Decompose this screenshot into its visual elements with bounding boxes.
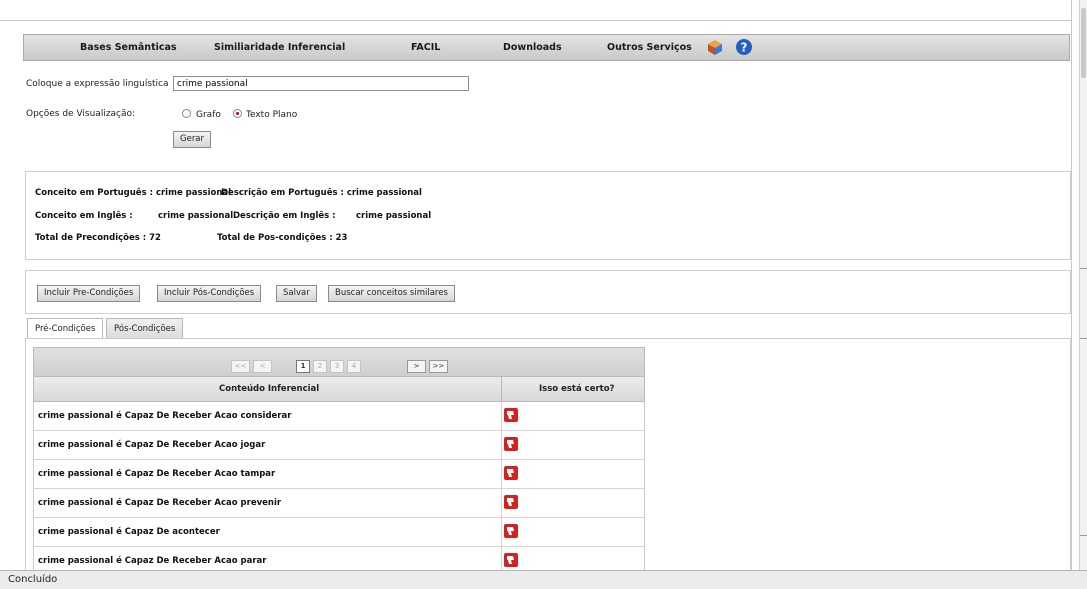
total-preconditions: Total de Precondições : 72 <box>35 233 161 243</box>
row-divider <box>501 431 502 459</box>
pager-next[interactable]: > <box>407 360 426 373</box>
row-divider <box>501 402 502 430</box>
tab-pre-condicoes[interactable]: Pré-Condições <box>27 318 104 340</box>
nav-downloads[interactable]: Downloads <box>503 42 562 53</box>
pager-last[interactable]: >> <box>429 360 448 373</box>
table-row: crime passional é Capaz De acontecer <box>33 518 645 547</box>
help-icon[interactable]: ? <box>735 38 753 59</box>
row-content: crime passional é Capaz De Receber Acao … <box>38 469 276 479</box>
table-row: crime passional é Capaz De Receber Acao … <box>33 402 645 431</box>
row-content: crime passional é Capaz De Receber Acao … <box>38 498 282 508</box>
row-divider <box>501 547 502 570</box>
row-content: crime passional é Capaz De acontecer <box>38 527 220 537</box>
search-similar-button[interactable]: Buscar conceitos similares <box>328 285 455 302</box>
table-row: crime passional é Capaz De Receber Acao … <box>33 489 645 518</box>
nav-similaridade-inferencial[interactable]: Similiaridade Inferencial <box>214 42 345 53</box>
expression-label: Coloque a expressão linguística <box>26 79 169 89</box>
header-conteudo-inferencial: Conteúdo Inferencial <box>219 384 320 394</box>
svg-text:?: ? <box>741 41 748 55</box>
tab-pos-condicoes[interactable]: Pós-Condições <box>106 318 184 339</box>
nav-outros-servicos[interactable]: Outros Serviços <box>607 42 692 53</box>
status-text: Concluído <box>8 574 58 585</box>
row-content: crime passional é Capaz De Receber Acao … <box>38 556 267 566</box>
radio-texto-plano-label[interactable]: Texto Plano <box>246 110 297 120</box>
top-bar <box>0 0 1072 21</box>
scrollbar-mark <box>1080 338 1087 339</box>
thumbs-down-icon[interactable] <box>504 466 518 480</box>
radio-grafo-label[interactable]: Grafo <box>196 110 221 120</box>
main-nav: Bases Semânticas Similiaridade Inferenci… <box>23 34 1070 61</box>
pager-first[interactable]: << <box>231 360 250 373</box>
save-button[interactable]: Salvar <box>276 285 317 302</box>
header-divider <box>501 377 502 401</box>
cube-icon[interactable] <box>707 39 723 59</box>
thumbs-down-icon[interactable] <box>504 495 518 509</box>
description-en-label: Descrição em Inglês : <box>233 211 336 221</box>
status-bar: Concluído <box>0 570 1087 589</box>
description-en-value: crime passional <box>356 211 432 221</box>
vertical-scrollbar[interactable] <box>1079 0 1087 570</box>
pager-prev[interactable]: < <box>253 360 272 373</box>
concept-en-value: crime passional <box>158 211 234 221</box>
nav-bases-semanticas[interactable]: Bases Semânticas <box>80 42 177 53</box>
generate-button[interactable]: Gerar <box>173 131 212 148</box>
table-row: crime passional é Capaz De Receber Acao … <box>33 547 645 570</box>
scrollbar-thumb[interactable] <box>1081 8 1086 78</box>
nav-facil[interactable]: FACIL <box>411 42 440 53</box>
table-header: Conteúdo Inferencial Isso está certo? <box>33 376 645 402</box>
scrollbar-mark <box>1080 268 1087 269</box>
table-row: crime passional é Capaz De Receber Acao … <box>33 431 645 460</box>
total-postconditions: Total de Pos-condições : 23 <box>217 233 348 243</box>
radio-texto-plano[interactable] <box>233 109 242 118</box>
pager-page[interactable]: 2 <box>313 360 327 373</box>
row-content: crime passional é Capaz De Receber Acao … <box>38 411 292 421</box>
scrollbar-mark <box>1080 535 1087 536</box>
thumbs-down-icon[interactable] <box>504 553 518 567</box>
actions-panel: Incluir Pre-Condições Incluir Pós-Condiç… <box>25 270 1071 314</box>
visualization-label: Opções de Visualização: <box>26 109 136 119</box>
table-row: crime passional é Capaz De Receber Acao … <box>33 460 645 489</box>
thumbs-down-icon[interactable] <box>504 524 518 538</box>
thumbs-down-icon[interactable] <box>504 408 518 422</box>
description-pt: Descrição em Português : crime passional <box>221 188 422 198</box>
pager-page[interactable]: 3 <box>330 360 344 373</box>
include-preconditions-button[interactable]: Incluir Pre-Condições <box>37 285 141 302</box>
content-edge <box>1071 0 1072 570</box>
pager-page[interactable]: 4 <box>347 360 361 373</box>
concept-info-panel: Conceito em Português : crime passional … <box>25 171 1071 260</box>
row-content: crime passional é Capaz De Receber Acao … <box>38 440 266 450</box>
row-divider <box>501 460 502 488</box>
expression-input[interactable] <box>173 76 469 91</box>
row-divider <box>501 489 502 517</box>
pagination-bar: << < 1 2 3 4 > >> <box>33 347 645 377</box>
thumbs-down-icon[interactable] <box>504 437 518 451</box>
radio-grafo[interactable] <box>182 109 191 118</box>
concept-pt: Conceito em Português : crime passional <box>35 188 232 198</box>
pager-page[interactable]: 1 <box>296 360 310 373</box>
row-divider <box>501 518 502 546</box>
concept-en-label: Conceito em Inglês : <box>35 211 133 221</box>
header-isso-esta-certo: Isso está certo? <box>539 384 615 394</box>
include-postconditions-button[interactable]: Incluir Pós-Condições <box>157 285 262 302</box>
